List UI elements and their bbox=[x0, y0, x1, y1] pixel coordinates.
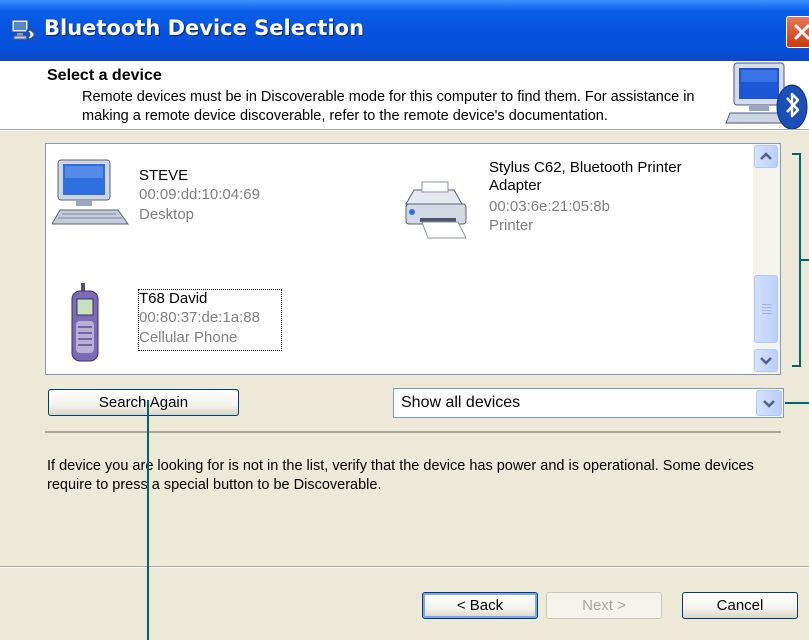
filter-selected-value: Show all devices bbox=[401, 394, 521, 411]
chevron-down-icon bbox=[760, 357, 772, 365]
device-list-scrollbar[interactable] bbox=[753, 144, 780, 374]
desktop-computer-icon bbox=[51, 158, 132, 237]
callout-bracket-pointer bbox=[801, 259, 809, 261]
device-name: STEVE bbox=[139, 167, 189, 184]
device-address: 00:80:37:de:1a:88 bbox=[139, 309, 260, 326]
list-separator bbox=[45, 431, 781, 433]
device-list[interactable]: STEVE 00:09:dd:10:04:69 Desktop Stylus C… bbox=[45, 143, 781, 375]
callout-line-search bbox=[147, 400, 149, 640]
device-address: 00:09:dd:10:04:69 bbox=[139, 186, 260, 203]
device-address: 00:03:6e:21:05:8b bbox=[489, 198, 610, 215]
cancel-button[interactable]: Cancel bbox=[682, 592, 798, 619]
list-item-steve[interactable]: STEVE 00:09:dd:10:04:69 Desktop bbox=[46, 144, 376, 264]
title-bar[interactable]: Bluetooth Device Selection bbox=[0, 0, 809, 61]
page-description: Remote devices must be in Discoverable m… bbox=[82, 89, 695, 124]
list-item-t68-david[interactable]: T68 David 00:80:37:de:1a:88 Cellular Pho… bbox=[46, 269, 376, 369]
callout-bracket-bottom bbox=[792, 365, 801, 367]
dropdown-button[interactable] bbox=[756, 390, 782, 416]
help-text: If device you are looking for is not in … bbox=[47, 458, 754, 493]
list-item-stylus-c62[interactable]: Stylus C62, Bluetooth Printer Adapter 00… bbox=[396, 144, 736, 264]
printer-icon bbox=[402, 180, 482, 247]
window-title: Bluetooth Device Selection bbox=[44, 16, 365, 40]
back-button[interactable]: < Back bbox=[422, 592, 538, 619]
scroll-up-button[interactable] bbox=[754, 145, 778, 168]
bluetooth-device-selection-window: Bluetooth Device Selection Select a devi… bbox=[0, 0, 809, 640]
close-icon bbox=[794, 24, 809, 40]
search-again-button[interactable]: Search Again bbox=[48, 389, 239, 416]
device-name: T68 David bbox=[139, 290, 208, 307]
device-type: Cellular Phone bbox=[139, 329, 238, 346]
page-title: Select a device bbox=[47, 67, 162, 84]
close-button[interactable] bbox=[786, 16, 809, 48]
scroll-down-button[interactable] bbox=[754, 349, 778, 372]
cellular-phone-icon bbox=[66, 283, 106, 368]
device-type: Printer bbox=[489, 217, 534, 234]
wizard-header: Select a device Remote devices must be i… bbox=[0, 61, 809, 130]
callout-line-filter bbox=[785, 402, 809, 404]
chevron-up-icon bbox=[760, 152, 772, 160]
chevron-down-icon bbox=[763, 400, 775, 408]
device-filter-select[interactable]: Show all devices bbox=[393, 388, 784, 418]
bluetooth-window-icon bbox=[11, 18, 37, 42]
scroll-thumb[interactable] bbox=[754, 275, 778, 343]
device-name: Stylus C62, Bluetooth Printer Adapter bbox=[489, 159, 682, 194]
device-type: Desktop bbox=[139, 206, 195, 223]
next-button[interactable]: Next > bbox=[546, 592, 662, 619]
computer-bluetooth-icon bbox=[724, 61, 809, 137]
